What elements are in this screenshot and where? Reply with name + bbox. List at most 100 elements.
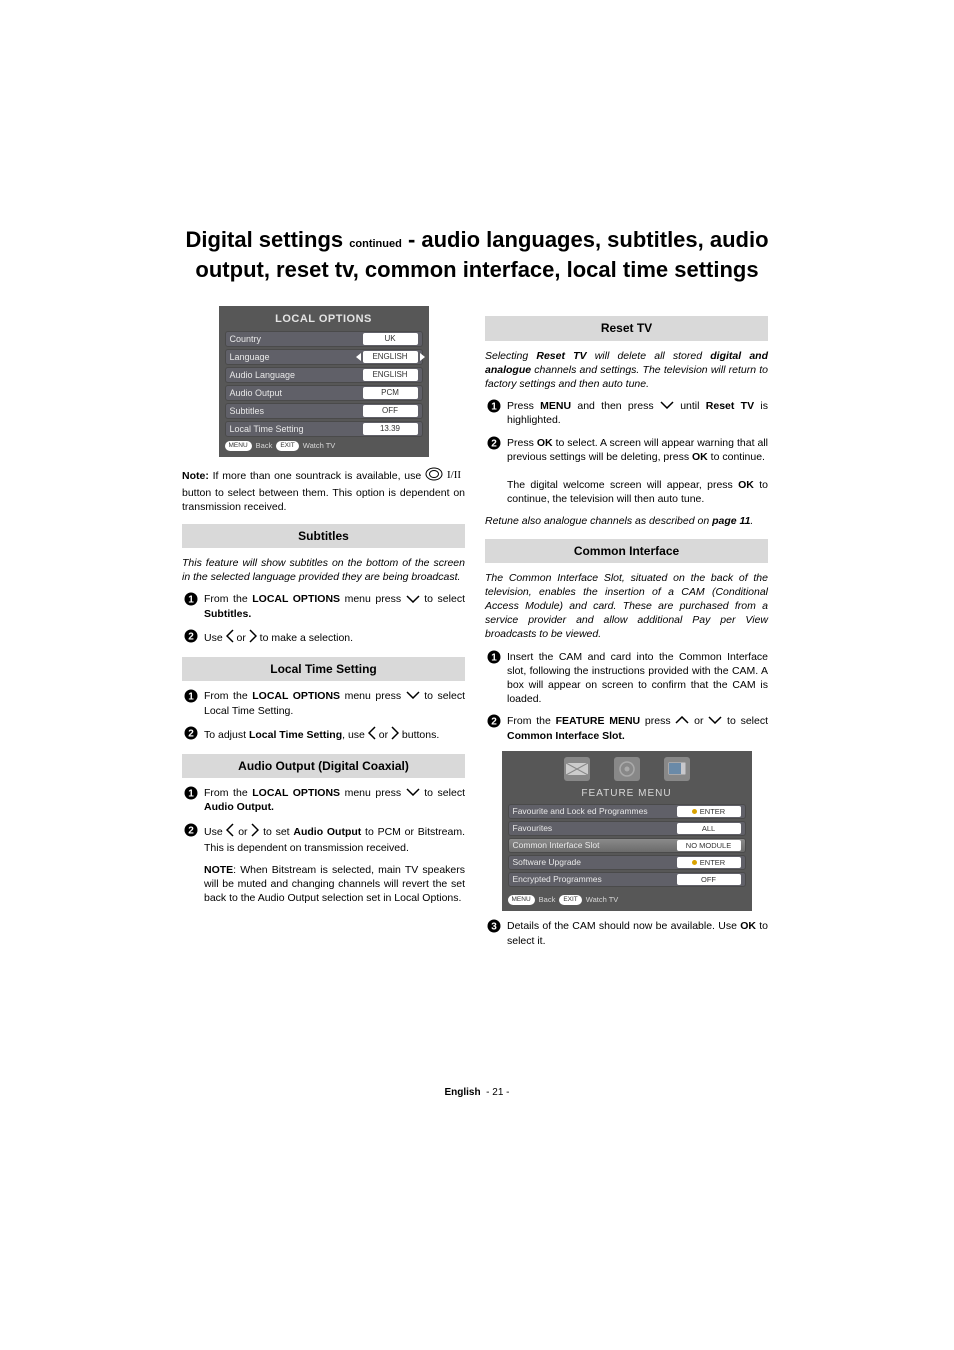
footer-back: Back: [539, 895, 556, 905]
feature-icons-row: [508, 757, 746, 781]
reset-step1: Press MENU and then press until Reset TV…: [485, 399, 768, 427]
right-column: Reset TV Selecting Reset TV will delete …: [485, 306, 768, 955]
title-main: Digital settings: [185, 227, 343, 252]
audioout-step2: Use or to set Audio Output to PCM or Bit…: [182, 823, 465, 855]
feature-label: Favourite and Lock ed Programmes: [513, 806, 677, 817]
subtitles-step1: From the LOCAL OPTIONS menu press to sel…: [182, 592, 465, 620]
audioout-note: NOTE: When Bitstream is selected, main T…: [204, 863, 465, 906]
local-option-row: LanguageENGLISH: [225, 349, 423, 365]
option-value: ENGLISH: [363, 369, 418, 381]
enter-dot-icon: [692, 860, 697, 865]
option-label: Audio Language: [230, 369, 363, 381]
note-soundtrack: Note: If more than one sountrack is avai…: [182, 467, 465, 514]
local-option-row: Local Time Setting13.39: [225, 421, 423, 437]
reset-step2: Press OK to select. A screen will appear…: [485, 436, 768, 507]
localtime-heading: Local Time Setting: [182, 657, 465, 681]
option-label: Local Time Setting: [230, 423, 363, 435]
step-bullet-1-icon: [485, 650, 503, 664]
feature-value: ENTER: [677, 806, 741, 817]
feature-value: OFF: [677, 874, 741, 885]
audio-track-icon: [425, 467, 465, 485]
arrow-left-icon: [226, 629, 234, 647]
step-bullet-3-icon: [485, 919, 503, 933]
step-bullet-1-icon: [182, 786, 200, 800]
feature-value: ALL: [677, 823, 741, 834]
local-option-row: Audio OutputPCM: [225, 385, 423, 401]
localtime-step1: From the LOCAL OPTIONS menu press to sel…: [182, 689, 465, 717]
step-bullet-2-icon: [182, 629, 200, 643]
feature-label: Common Interface Slot: [513, 840, 677, 851]
arrow-up-icon: [675, 714, 689, 728]
footer-lang: English: [444, 1087, 480, 1098]
arrow-down-icon: [406, 689, 420, 703]
ci-step2: From the FEATURE MENU press or to select…: [485, 714, 768, 742]
option-value: 13.39: [363, 423, 418, 435]
feature-menu-title: FEATURE MENU: [508, 787, 746, 801]
ci-intro: The Common Interface Slot, situated on t…: [485, 571, 768, 642]
feature-value: NO MODULE: [677, 840, 741, 851]
step-bullet-2-icon: [182, 823, 200, 837]
option-value: OFF: [363, 405, 418, 417]
local-options-title: LOCAL OPTIONS: [225, 312, 423, 327]
local-option-row: Audio LanguageENGLISH: [225, 367, 423, 383]
arrow-down-icon: [406, 786, 420, 800]
step-bullet-1-icon: [485, 399, 503, 413]
gear-icon: [614, 757, 640, 781]
footer-back: Back: [256, 441, 273, 451]
reset-intro: Selecting Reset TV will delete all store…: [485, 349, 768, 392]
arrow-down-icon: [406, 593, 420, 607]
reset-retune: Retune also analogue channels as describ…: [485, 514, 768, 528]
page-footer: English - 21 -: [0, 1087, 954, 1098]
local-option-row: SubtitlesOFF: [225, 403, 423, 419]
exit-pill: EXIT: [276, 441, 298, 451]
local-options-panel: LOCAL OPTIONS CountryUKLanguageENGLISHAu…: [219, 306, 429, 457]
feature-row: Common Interface SlotNO MODULE: [508, 838, 746, 853]
step-bullet-2-icon: [485, 436, 503, 450]
option-value: ENGLISH: [363, 351, 418, 363]
feature-label: Favourites: [513, 823, 677, 834]
feature-value: ENTER: [677, 857, 741, 868]
subtitles-intro: This feature will show subtitles on the …: [182, 556, 465, 584]
feature-row: Favourite and Lock ed ProgrammesENTER: [508, 804, 746, 819]
note-prefix: Note:: [182, 470, 209, 482]
feature-footer: MENU Back EXIT Watch TV: [508, 895, 746, 905]
flag-icon: [564, 757, 590, 781]
footer-watch: Watch TV: [586, 895, 619, 905]
feature-row: Software UpgradeENTER: [508, 855, 746, 870]
menu-pill: MENU: [508, 895, 535, 905]
option-value: UK: [363, 333, 418, 345]
note-text-a: If more than one sountrack is available,…: [209, 470, 425, 482]
feature-row: FavouritesALL: [508, 821, 746, 836]
step-bullet-2-icon: [485, 714, 503, 728]
localtime-step2: To adjust Local Time Setting, use or but…: [182, 726, 465, 744]
panel-footer: MENU Back EXIT Watch TV: [225, 441, 423, 451]
feature-row: Encrypted ProgrammesOFF: [508, 872, 746, 887]
audioout-heading: Audio Output (Digital Coaxial): [182, 754, 465, 778]
option-label: Language: [230, 351, 363, 363]
reset-heading: Reset TV: [485, 316, 768, 340]
step-bullet-2-icon: [182, 726, 200, 740]
exit-pill: EXIT: [559, 895, 581, 905]
arrow-down-icon: [708, 714, 722, 728]
option-label: Subtitles: [230, 405, 363, 417]
feature-menu-panel: FEATURE MENU Favourite and Lock ed Progr…: [502, 751, 752, 912]
arrow-left-icon: [368, 726, 376, 744]
arrow-down-icon: [660, 399, 674, 413]
menu-pill: MENU: [225, 441, 252, 451]
subtitles-step2: Use or to make a selection.: [182, 629, 465, 647]
step-bullet-1-icon: [182, 592, 200, 606]
option-value: PCM: [363, 387, 418, 399]
option-label: Audio Output: [230, 387, 363, 399]
title-continued: continued: [349, 238, 402, 250]
feature-label: Software Upgrade: [513, 857, 677, 868]
local-option-row: CountryUK: [225, 331, 423, 347]
tv-icon: [664, 757, 690, 781]
footer-page: - 21 -: [486, 1087, 509, 1098]
footer-watch: Watch TV: [303, 441, 336, 451]
page-title: Digital settings continued - audio langu…: [182, 225, 772, 284]
arrow-right-icon: [249, 629, 257, 647]
ci-step3: Details of the CAM should now be availab…: [485, 919, 768, 947]
option-label: Country: [230, 333, 363, 345]
feature-label: Encrypted Programmes: [513, 874, 677, 885]
audioout-step1: From the LOCAL OPTIONS menu press to sel…: [182, 786, 465, 814]
